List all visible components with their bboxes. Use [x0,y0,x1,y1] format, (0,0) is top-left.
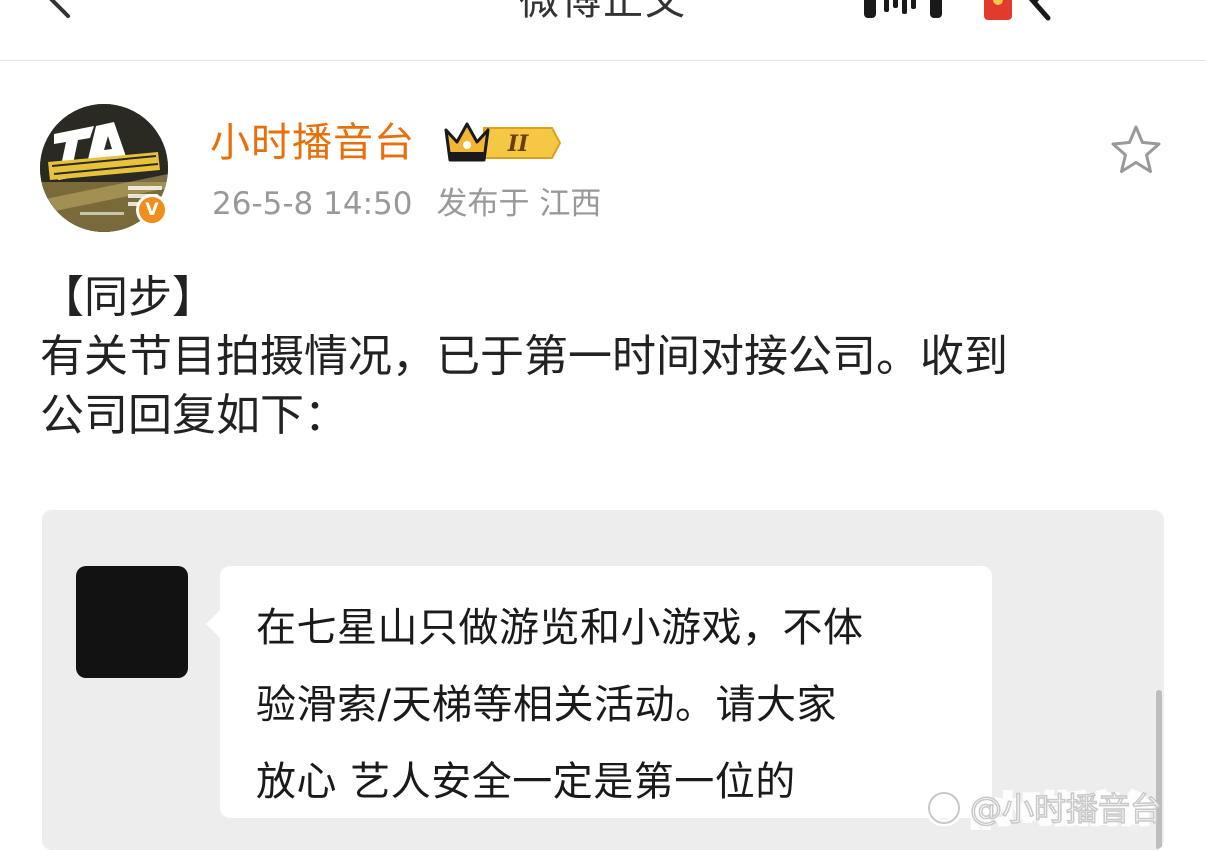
chat-message-line: 放心 艺人安全一定是第一位的 [256,759,796,805]
star-outline-icon [1111,125,1161,173]
post-text-line: 有关节目拍摄情况，已于第一时间对接公司。收到 [40,331,1008,382]
chat-message: 在七星山只做游览和小游戏，不体 验滑索/天梯等相关活动。请大家 放心 艺人安全一… [256,590,968,821]
chat-bubble-tail [206,610,220,638]
listen-button[interactable] [862,0,944,20]
red-packet-button[interactable] [982,0,1052,24]
post-body: 【同步】 有关节目拍摄情况，已于第一时间对接公司。收到 公司回复如下： [40,268,1170,445]
post-text-line: 【同步】 [40,272,216,323]
watermark-text: @小时播音台 [970,790,1162,828]
member-badge[interactable]: II [444,118,562,164]
chat-message-line: 验滑索/天梯等相关活动。请大家 [256,682,837,728]
weibo-watermark: ||小时播音台 @小时播音台 [918,784,1200,832]
post-timestamp: 26-5-8 14:50 [212,186,413,222]
top-nav-bar: 微博正文 [0,0,1206,61]
crown-icon: II [444,122,562,162]
chat-sender-avatar [76,566,188,678]
author-name[interactable]: 小时播音台 [210,118,415,168]
listen-icon [864,0,942,18]
post-meta: 26-5-8 14:50 发布于 江西 [212,184,601,224]
author-avatar[interactable]: V [40,104,168,232]
chat-message-line: 在七星山只做游览和小游戏，不体 [256,605,864,651]
chat-bubble: 在七星山只做游览和小游戏，不体 验滑索/天梯等相关活动。请大家 放心 艺人安全一… [206,566,992,821]
red-packet-icon [984,0,1051,21]
verified-badge: V [136,194,168,226]
post-location: 发布于 江西 [436,186,602,222]
member-level-label: II [507,131,529,157]
watermark-logo: ||小时播音台 @小时播音台 [925,787,1163,832]
favorite-button[interactable] [1110,124,1162,176]
post-text-line: 公司回复如下： [40,390,348,441]
